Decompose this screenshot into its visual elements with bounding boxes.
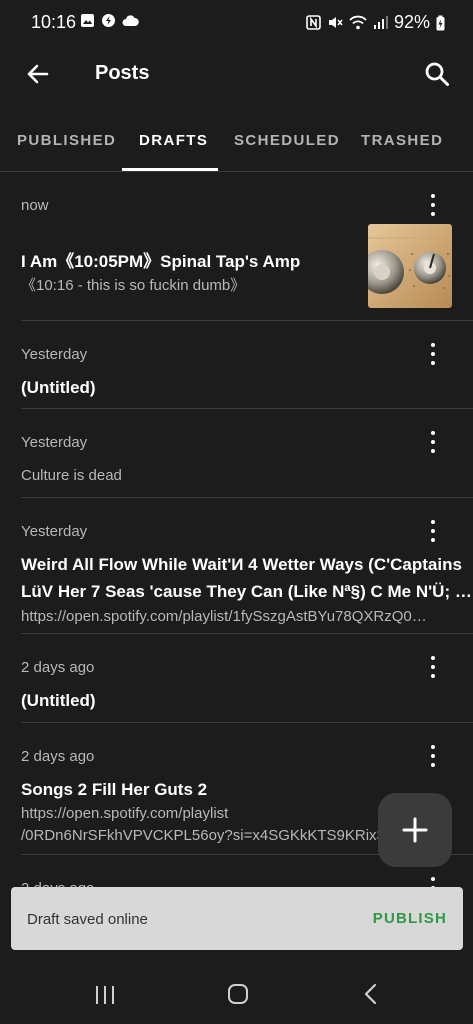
back-button[interactable] <box>20 56 56 92</box>
tab-scheduled[interactable]: SCHEDULED <box>234 132 340 149</box>
tab-drafts[interactable]: DRAFTS <box>139 132 208 149</box>
list-item[interactable]: 2 days ago (Untitled) <box>21 634 473 723</box>
list-item[interactable]: Yesterday (Untitled) <box>21 321 473 409</box>
status-notification-icons <box>80 13 139 28</box>
tab-trashed[interactable]: TRASHED <box>361 132 443 149</box>
system-back-button[interactable] <box>362 982 380 1011</box>
snackbar: Draft saved online PUBLISH <box>11 887 463 950</box>
post-date: Yesterday <box>21 434 88 451</box>
list-item[interactable]: Yesterday Weird All Flow While Wait'И 4 … <box>21 498 473 634</box>
status-time: 10:16 <box>31 12 77 32</box>
more-options-button[interactable] <box>423 743 443 769</box>
battery-charging-icon <box>436 15 445 30</box>
plus-icon <box>402 817 428 843</box>
more-options-button[interactable] <box>423 192 443 218</box>
status-bar: 10:16 92% <box>0 0 473 46</box>
system-navigation-bar <box>0 968 473 1024</box>
wifi-icon <box>349 15 367 30</box>
page-title: Posts <box>95 62 150 84</box>
arrow-back-icon <box>27 64 49 84</box>
recents-button[interactable] <box>94 984 116 1011</box>
post-title: Songs 2 Fill Her Guts 2 <box>21 780 208 799</box>
cloud-icon <box>122 15 139 26</box>
recents-icon <box>96 986 114 1004</box>
post-thumbnail <box>368 224 452 308</box>
more-options-button[interactable] <box>423 429 443 455</box>
post-title: (Untitled) <box>21 378 96 397</box>
list-item[interactable]: now I Am《10:05PM》Spinal Tap's Amp 《10:16… <box>21 172 473 321</box>
post-excerpt: 《10:16 - this is so fuckin dumb》 <box>21 277 246 294</box>
post-excerpt: Culture is dead <box>21 467 122 484</box>
post-excerpt: https://open.spotify.com/playlist/1fySsz… <box>21 608 427 625</box>
amp-knobs-image <box>368 224 452 308</box>
nfc-icon <box>306 15 321 30</box>
status-system-icons: 92% <box>306 12 445 33</box>
home-button[interactable] <box>226 982 250 1011</box>
post-title: Weird All Flow While Wait'И 4 Wetter Way… <box>21 555 462 574</box>
post-date: 2 days ago <box>21 659 95 676</box>
search-button[interactable] <box>419 56 455 92</box>
post-status-tabs: PUBLISHED DRAFTS SCHEDULED TRASHED <box>0 112 473 172</box>
post-date: 2 days ago <box>21 748 95 765</box>
battery-percent: 92% <box>393 12 430 32</box>
gallery-icon <box>81 14 94 27</box>
app-bar: Posts <box>0 46 473 102</box>
list-item[interactable]: Yesterday Culture is dead <box>21 409 473 498</box>
publish-button[interactable]: PUBLISH <box>373 910 447 927</box>
search-icon <box>425 62 449 86</box>
post-date: Yesterday <box>21 346 88 363</box>
home-icon <box>228 984 248 1004</box>
signal-icon <box>373 16 388 29</box>
post-title-line-2: LüV Her 7 Seas 'cause They Can (Like Nª§… <box>21 582 472 601</box>
post-title: (Untitled) <box>21 691 96 710</box>
mute-icon <box>328 17 343 28</box>
more-options-button[interactable] <box>423 518 443 544</box>
post-date: Yesterday <box>21 523 88 540</box>
post-title: I Am《10:05PM》Spinal Tap's Amp <box>21 252 301 271</box>
more-options-button[interactable] <box>423 654 443 680</box>
more-options-button[interactable] <box>423 341 443 367</box>
tab-published[interactable]: PUBLISHED <box>17 132 116 149</box>
chevron-left-icon <box>364 983 377 1005</box>
speed-icon <box>102 14 115 27</box>
post-date: now <box>21 197 49 214</box>
active-tab-indicator <box>122 168 218 171</box>
snackbar-message: Draft saved online <box>27 911 148 928</box>
new-post-button[interactable] <box>378 793 452 867</box>
